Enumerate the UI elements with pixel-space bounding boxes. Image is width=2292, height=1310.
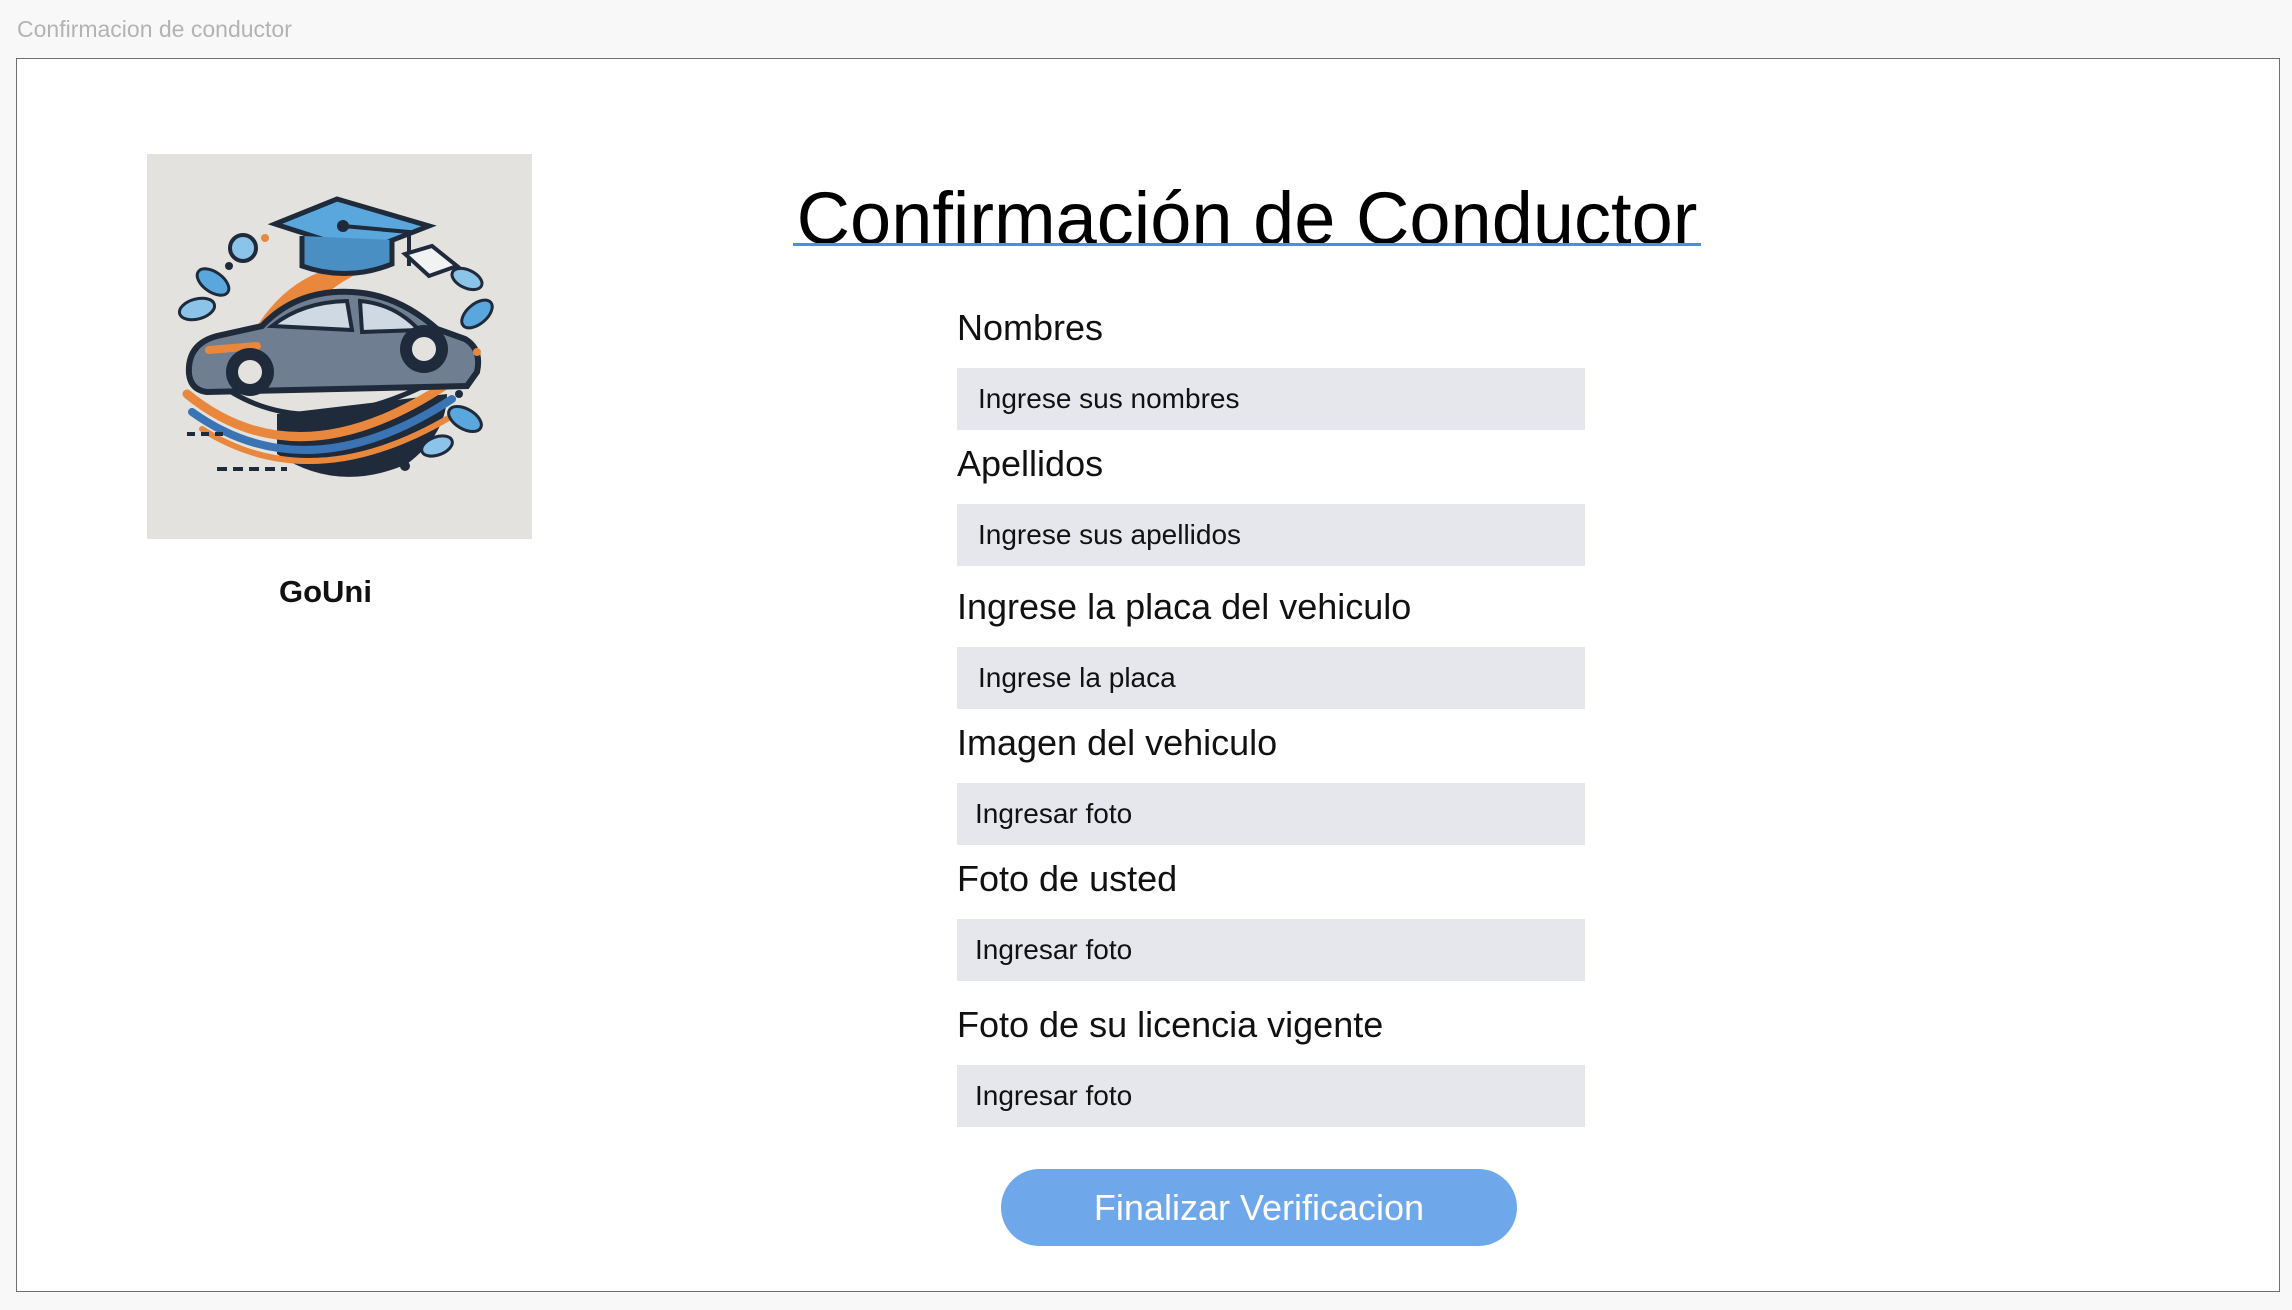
brand-name: GoUni (279, 574, 372, 609)
foto-usted-upload-button[interactable]: Ingresar foto (957, 919, 1585, 981)
placa-input[interactable] (957, 647, 1585, 709)
foto-usted-label: Foto de usted (957, 858, 1178, 899)
window-title: Confirmacion de conductor (17, 16, 292, 42)
title-underline (793, 243, 1701, 246)
nombres-label: Nombres (957, 307, 1104, 348)
nombres-input[interactable] (957, 368, 1585, 430)
imagen-vehiculo-upload-button[interactable]: Ingresar foto (957, 783, 1585, 845)
car-graduation-cap-logo-icon (177, 196, 494, 477)
placa-label: Ingrese la placa del vehiculo (957, 586, 1412, 627)
apellidos-input[interactable] (957, 504, 1585, 566)
finalizar-verificacion-button[interactable]: Finalizar Verificacion (1001, 1169, 1517, 1246)
driver-confirmation-screen: GoUni Confirmación de Conductor Nombres … (16, 58, 2280, 1292)
foto-licencia-label: Foto de su licencia vigente (957, 1004, 1384, 1045)
foto-licencia-upload-button[interactable]: Ingresar foto (957, 1065, 1585, 1127)
logo-image (147, 154, 532, 539)
apellidos-label: Apellidos (957, 443, 1104, 484)
imagen-vehiculo-label: Imagen del vehiculo (957, 722, 1278, 763)
page-title: Confirmación de Conductor (796, 177, 1698, 260)
